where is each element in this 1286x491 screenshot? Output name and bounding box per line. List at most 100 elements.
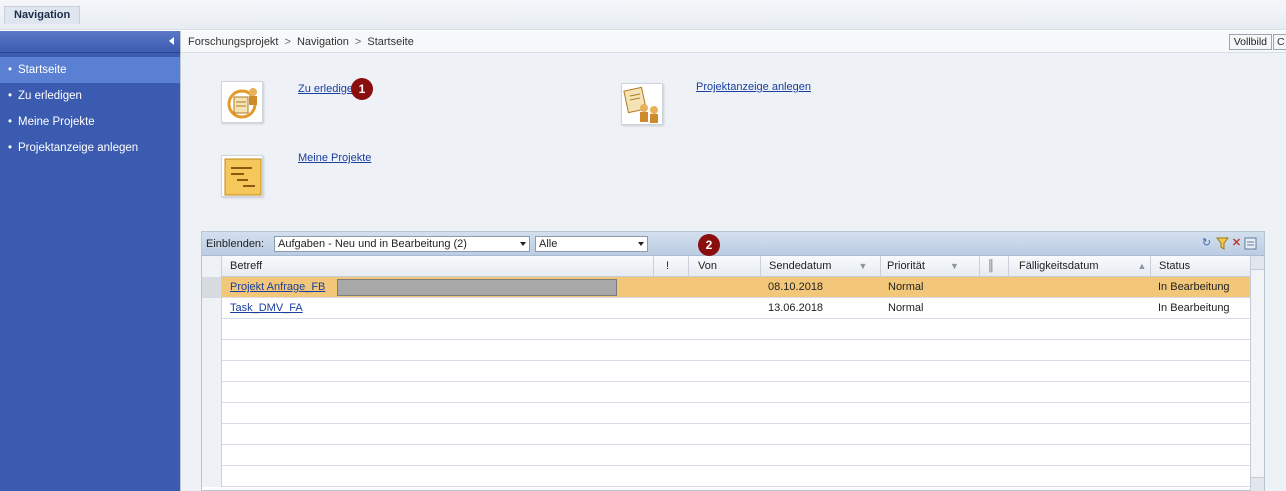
task-filter-value: Aufgaben - Neu und in Bearbeitung (2) <box>278 238 467 250</box>
empty-row <box>202 361 1264 382</box>
scope-filter-select[interactable]: Alle <box>535 236 648 252</box>
breadcrumb-separator: > <box>284 36 291 48</box>
create-project-icon <box>623 86 658 123</box>
breadcrumb: Forschungsprojekt > Navigation > Startseite … <box>181 31 1286 53</box>
my-projects-link[interactable]: Meine Projekte <box>298 152 371 164</box>
status-cell: In Bearbeitung <box>1158 281 1230 293</box>
row-selector <box>202 424 222 445</box>
table-header-row: Betreff ! Von Sendedatum ▼ Priorität ▼ ║… <box>202 256 1264 277</box>
bullet-icon: • <box>8 142 13 154</box>
breadcrumb-item[interactable]: Forschungsprojekt <box>188 36 279 48</box>
sort-icon: ▼ <box>949 261 959 271</box>
sidebar-item-zu-erledigen[interactable]: • Zu erledigen <box>0 83 180 109</box>
prioritaet-cell: Normal <box>888 302 924 314</box>
top-tab-bar: Navigation <box>0 0 1286 30</box>
filter-toolbar: Einblenden: Aufgaben - Neu und in Bearbe… <box>202 232 1264 256</box>
breadcrumb-item-current: Startseite <box>367 36 414 48</box>
row-selector <box>202 403 222 424</box>
prioritaet-label: Priorität <box>887 260 925 272</box>
tab-navigation[interactable]: Navigation <box>4 6 81 24</box>
paperclip-icon: ║ <box>987 260 995 272</box>
column-header-faelligkeitsdatum[interactable]: Fälligkeitsdatum ▲ <box>1008 256 1158 277</box>
table-row[interactable]: Projekt Anfrage_FB 08.10.2018 Normal In … <box>202 277 1264 298</box>
bullet-icon: • <box>8 64 13 76</box>
empty-row <box>202 445 1264 466</box>
sort-icon: ▲ <box>1137 261 1147 271</box>
redacted-area <box>337 279 617 296</box>
column-header-von[interactable]: Von <box>688 256 758 277</box>
sidebar-item-label: Startseite <box>18 64 67 76</box>
worklist-table: Betreff ! Von Sendedatum ▼ Priorität ▼ ║… <box>202 256 1264 487</box>
row-selector <box>202 361 222 382</box>
faelligkeitsdatum-label: Fälligkeitsdatum <box>1019 260 1099 272</box>
empty-row <box>202 319 1264 340</box>
task-cycle-icon <box>227 88 257 119</box>
sidebar-item-label: Projektanzeige anlegen <box>18 142 139 154</box>
sort-icon: ▼ <box>858 261 868 271</box>
column-header-status[interactable]: Status <box>1150 256 1250 277</box>
project-list-icon <box>224 158 262 196</box>
sidebar-item-projektanzeige-anlegen[interactable]: • Projektanzeige anlegen <box>0 135 180 161</box>
bullet-icon: • <box>8 116 13 128</box>
column-header-exclamation[interactable]: ! <box>653 256 683 277</box>
vertical-scrollbar[interactable] <box>1250 256 1264 491</box>
sendedatum-cell: 08.10.2018 <box>768 281 824 293</box>
collapse-arrow-icon[interactable] <box>169 37 174 45</box>
todo-link[interactable]: Zu erledigen <box>298 83 359 95</box>
task-filter-select[interactable]: Aufgaben - Neu und in Bearbeitung (2) <box>274 236 530 252</box>
faelligkeitsdatum-cell <box>1018 277 1138 298</box>
todo-tile-icon[interactable] <box>221 81 263 123</box>
row-selector <box>202 340 222 361</box>
faelligkeitsdatum-cell <box>1018 298 1138 319</box>
chevron-down-icon <box>520 242 526 246</box>
scroll-down-button[interactable] <box>1251 477 1264 491</box>
sidebar: • Startseite • Zu erledigen • Meine Projekt… <box>0 31 180 491</box>
scroll-up-button[interactable] <box>1251 256 1264 270</box>
row-selector[interactable] <box>202 277 222 298</box>
column-header-attachment[interactable]: ║ <box>979 256 1005 277</box>
settings-icon[interactable] <box>1244 237 1257 250</box>
clear-filter-icon[interactable]: ✕ <box>1230 237 1243 250</box>
create-project-tile-icon[interactable] <box>621 83 663 125</box>
scope-filter-value: Alle <box>539 238 558 250</box>
column-header-sendedatum[interactable]: Sendedatum ▼ <box>760 256 878 277</box>
prioritaet-cell: Normal <box>888 281 924 293</box>
von-cell <box>697 298 757 319</box>
empty-row <box>202 403 1264 424</box>
row-selector <box>202 466 222 487</box>
empty-row <box>202 382 1264 403</box>
row-selector[interactable] <box>202 298 222 319</box>
subject-link[interactable]: Task_DMV_FA <box>230 298 430 319</box>
sidebar-header <box>0 31 180 53</box>
breadcrumb-item[interactable]: Navigation <box>297 36 349 48</box>
main-content: Forschungsprojekt > Navigation > Startseite … <box>180 31 1286 491</box>
filter-label: Einblenden: <box>206 238 265 250</box>
column-header-betreff[interactable]: Betreff <box>230 256 650 277</box>
callout-badge-2: 2 <box>698 234 720 256</box>
empty-row <box>202 424 1264 445</box>
status-cell: In Bearbeitung <box>1158 302 1230 314</box>
projects-tile-icon[interactable] <box>221 155 263 197</box>
sendedatum-label: Sendedatum <box>769 260 832 272</box>
chevron-down-icon <box>638 242 644 246</box>
breadcrumb-separator: > <box>354 36 362 48</box>
refresh-icon[interactable]: ↻ <box>1200 237 1213 250</box>
empty-row <box>202 340 1264 361</box>
bullet-icon: • <box>8 90 13 102</box>
extra-button[interactable]: C <box>1273 34 1286 50</box>
row-selector <box>202 382 222 403</box>
table-row[interactable]: Task_DMV_FA 13.06.2018 Normal In Bearbei… <box>202 298 1264 319</box>
filter-icon[interactable] <box>1215 237 1230 250</box>
create-project-link[interactable]: Projektanzeige anlegen <box>696 81 811 93</box>
fullscreen-button[interactable]: Vollbild <box>1228 34 1272 50</box>
sidebar-item-label: Zu erledigen <box>18 90 82 102</box>
sidebar-item-startseite[interactable]: • Startseite <box>0 57 180 83</box>
subject-link[interactable]: Projekt Anfrage_FB <box>230 277 340 298</box>
select-all-cell[interactable] <box>202 256 222 277</box>
sidebar-item-meine-projekte[interactable]: • Meine Projekte <box>0 109 180 135</box>
column-header-prioritaet[interactable]: Priorität ▼ <box>880 256 976 277</box>
callout-badge-1: 1 <box>351 78 373 100</box>
empty-row <box>202 466 1264 487</box>
worklist-panel: Einblenden: Aufgaben - Neu und in Bearbe… <box>201 231 1265 491</box>
row-selector <box>202 319 222 340</box>
